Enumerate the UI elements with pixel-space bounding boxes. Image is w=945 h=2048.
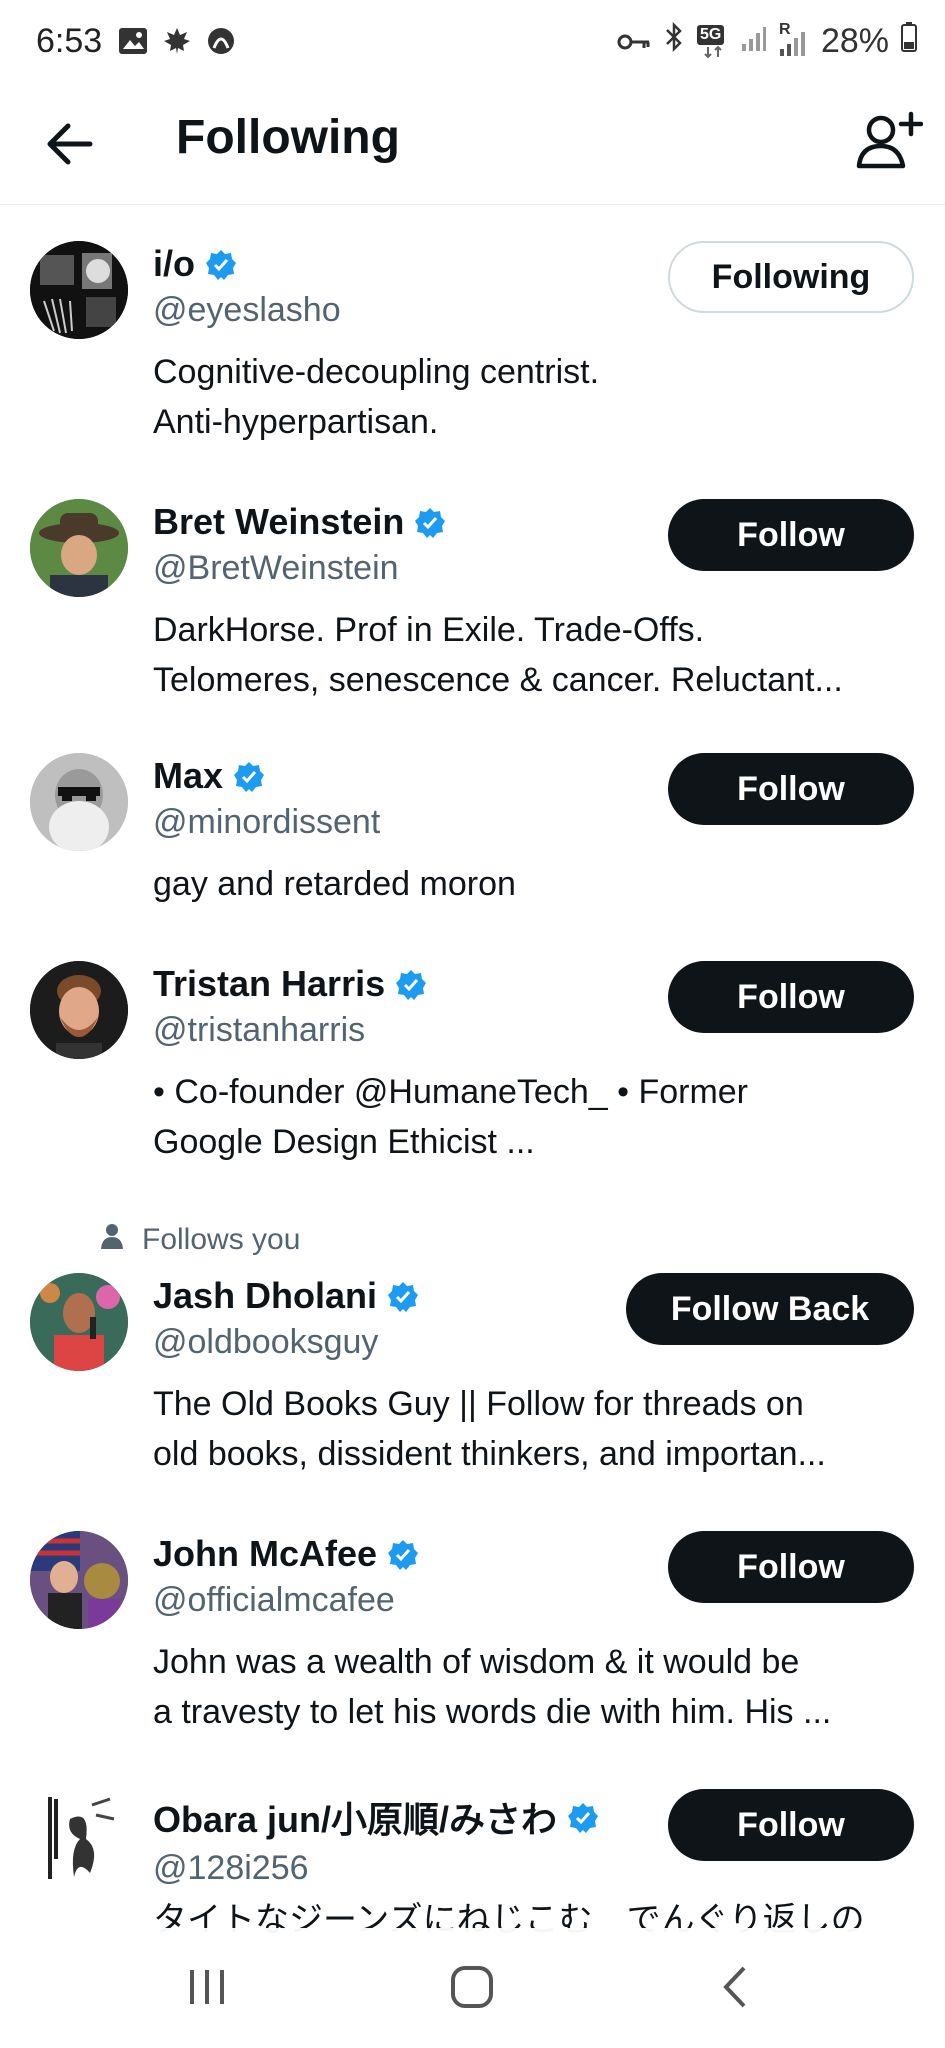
avatar[interactable]	[30, 961, 128, 1059]
battery-icon	[901, 22, 917, 61]
5g-label: 5G	[696, 24, 725, 45]
recent-apps-icon[interactable]	[172, 1958, 242, 2018]
avatar[interactable]	[30, 753, 128, 851]
account-name[interactable]: John McAfee	[153, 1533, 377, 1575]
follow-back-button[interactable]: Follow Back	[626, 1273, 914, 1345]
verified-badge-icon	[567, 1801, 599, 1833]
avatar[interactable]	[30, 1273, 128, 1371]
account-bio: gay and retarded moron	[153, 865, 516, 903]
app-icon	[206, 26, 236, 61]
avatar[interactable]	[30, 1789, 128, 1887]
account-name[interactable]: Bret Weinstein	[153, 501, 404, 543]
avatar[interactable]	[30, 1531, 128, 1629]
account-name[interactable]: i/o	[153, 243, 195, 285]
person-icon	[100, 1223, 124, 1257]
account-name[interactable]: Jash Dholani	[153, 1275, 377, 1317]
account-bio: Cognitive-decoupling centrist. Anti-hype…	[153, 353, 600, 441]
follow-button[interactable]: Follow	[668, 961, 914, 1033]
vpn-key-icon	[617, 22, 651, 61]
back-icon[interactable]	[702, 1958, 772, 2018]
verified-badge-icon	[414, 506, 446, 538]
status-bar: 6:53 5G R 28%	[0, 0, 945, 90]
account-bio: The Old Books Guy || Follow for threads …	[153, 1385, 826, 1473]
verified-badge-icon	[395, 968, 427, 1000]
system-nav-bar	[0, 1928, 945, 2048]
status-time: 6:53	[36, 22, 103, 60]
avatar[interactable]	[30, 499, 128, 597]
verified-badge-icon	[387, 1280, 419, 1312]
verified-badge-icon	[205, 248, 237, 280]
account-name[interactable]: Obara jun/小原順/みさわ	[153, 1791, 557, 1843]
battery-percent: 28%	[820, 22, 889, 60]
account-bio: John was a wealth of wisdom & it would b…	[153, 1643, 832, 1731]
account-bio: DarkHorse. Prof in Exile. Trade-Offs. Te…	[153, 611, 843, 699]
follow-button[interactable]: Follow	[668, 753, 914, 825]
signal-roaming-icon: R	[779, 21, 809, 57]
maple-leaf-icon	[162, 26, 192, 61]
page-title: Following	[176, 111, 400, 164]
account-bio: • Co-founder @HumaneTech_ • Former Googl…	[153, 1073, 748, 1161]
5g-icon: 5G	[696, 24, 729, 59]
following-button[interactable]: Following	[668, 241, 914, 313]
follows-you-label: Follows you	[100, 1223, 300, 1257]
follow-button[interactable]: Follow	[668, 1789, 914, 1861]
follow-button[interactable]: Follow	[668, 499, 914, 571]
verified-badge-icon	[233, 760, 265, 792]
gallery-icon	[118, 27, 148, 60]
avatar[interactable]	[30, 241, 128, 339]
signal-icon	[741, 22, 767, 61]
follow-button[interactable]: Follow	[668, 1531, 914, 1603]
back-arrow-icon[interactable]	[40, 114, 100, 174]
account-name[interactable]: Tristan Harris	[153, 963, 385, 1005]
home-icon[interactable]	[437, 1958, 507, 2018]
verified-badge-icon	[387, 1538, 419, 1570]
bluetooth-icon	[663, 21, 685, 61]
account-name[interactable]: Max	[153, 755, 223, 797]
add-user-icon[interactable]	[853, 108, 924, 178]
top-app-bar: Following	[0, 90, 945, 205]
